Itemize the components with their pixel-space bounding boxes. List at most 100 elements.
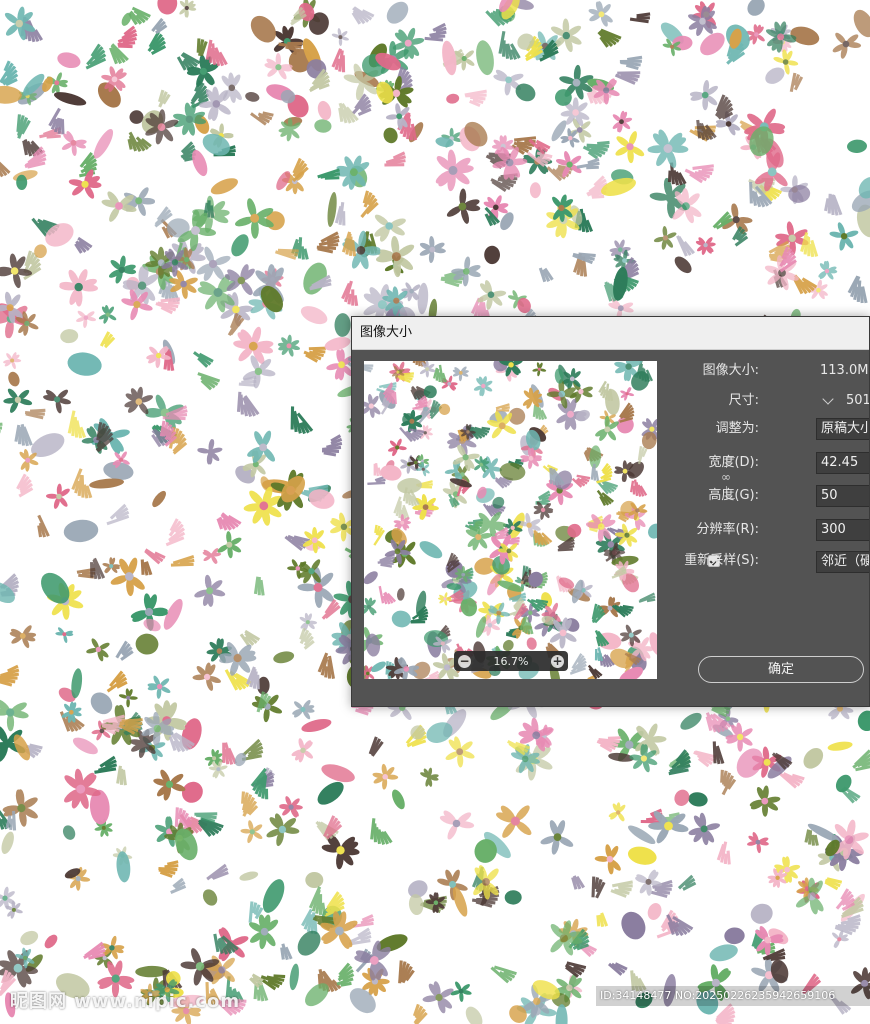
resolution-input[interactable]: 300 xyxy=(816,519,869,541)
pattern-motif xyxy=(688,792,708,807)
pattern-motif xyxy=(450,981,472,1002)
pattern-motif xyxy=(495,403,510,412)
pattern-motif xyxy=(76,310,97,329)
dialog-title[interactable]: 图像大小 xyxy=(352,317,869,350)
chevron-down-icon[interactable] xyxy=(822,393,834,405)
image-size-dialog: 图像大小 − 16.7% + 图像大小: 113.0M 尺寸: 5014 调整为… xyxy=(351,316,870,707)
watermark-right: ID:34148477 NO:20250226235942659106 xyxy=(596,986,870,1006)
pattern-motif xyxy=(408,894,424,916)
pattern-motif xyxy=(321,599,341,620)
pattern-motif xyxy=(619,55,643,70)
pattern-motif xyxy=(608,802,626,822)
pattern-motif xyxy=(576,157,600,170)
pattern-motif xyxy=(610,880,633,898)
pattern-motif xyxy=(301,908,318,935)
pattern-motif xyxy=(852,749,870,772)
pattern-motif xyxy=(614,523,638,547)
pattern-motif xyxy=(151,17,168,35)
preview-pattern xyxy=(364,361,657,679)
pattern-motif xyxy=(331,48,346,73)
pattern-motif xyxy=(504,890,522,905)
pattern-motif xyxy=(46,483,70,509)
image-preview[interactable]: − 16.7% + xyxy=(364,361,657,679)
pattern-motif xyxy=(824,877,843,891)
pattern-motif xyxy=(555,1004,568,1024)
pattern-motif xyxy=(317,168,341,180)
pattern-motif xyxy=(789,72,804,93)
pattern-motif xyxy=(102,557,121,574)
pattern-motif xyxy=(0,664,20,687)
pattern-motif xyxy=(419,361,436,378)
pattern-motif xyxy=(98,304,117,324)
minus-icon[interactable]: − xyxy=(458,654,471,668)
pattern-motif xyxy=(290,406,314,435)
pattern-motif xyxy=(1,831,14,854)
pattern-motif xyxy=(446,188,481,224)
pattern-motif xyxy=(364,394,381,418)
pattern-motif xyxy=(594,647,604,662)
pattern-motif xyxy=(388,438,407,457)
pattern-motif xyxy=(314,119,332,133)
pattern-motif xyxy=(496,805,532,838)
pattern-motif xyxy=(747,0,765,16)
pattern-motif xyxy=(157,0,178,15)
fit-to-select[interactable]: 原稿大小 xyxy=(816,418,869,440)
pattern-motif xyxy=(857,710,870,732)
pattern-motif xyxy=(597,28,622,48)
pattern-motif xyxy=(564,961,587,978)
pattern-motif xyxy=(336,962,355,987)
pattern-motif xyxy=(349,927,372,946)
pattern-motif xyxy=(170,877,187,895)
pattern-motif xyxy=(419,541,443,559)
pattern-motif xyxy=(181,781,203,803)
pattern-motif xyxy=(43,389,71,414)
pattern-motif xyxy=(231,234,249,257)
height-input[interactable]: 50 xyxy=(816,485,869,507)
pattern-motif xyxy=(93,128,114,159)
pattern-motif xyxy=(674,789,690,806)
pattern-motif xyxy=(419,236,446,264)
pattern-motif xyxy=(595,415,619,441)
pattern-motif xyxy=(59,269,98,307)
pattern-motif xyxy=(277,334,301,357)
pattern-motif xyxy=(274,248,299,260)
pattern-motif xyxy=(594,844,621,875)
pattern-motif xyxy=(435,149,474,192)
width-input[interactable]: 42.45 xyxy=(816,452,869,474)
pattern-motif xyxy=(724,927,745,945)
plus-icon[interactable]: + xyxy=(550,654,564,668)
pattern-motif xyxy=(165,518,186,547)
pattern-motif xyxy=(373,524,385,546)
pattern-motif xyxy=(571,875,585,890)
dimensions-label: 尺寸: xyxy=(728,393,759,408)
resample-select[interactable]: 邻近（硬 xyxy=(816,551,869,573)
pattern-motif xyxy=(484,245,501,265)
pattern-motif xyxy=(464,89,487,107)
pattern-motif xyxy=(72,737,98,755)
pattern-motif xyxy=(9,625,37,649)
pattern-motif xyxy=(676,235,695,257)
image-size-value: 113.0M xyxy=(820,363,869,378)
pattern-motif xyxy=(396,588,405,601)
pattern-motif xyxy=(667,162,687,186)
pattern-motif xyxy=(630,479,648,497)
pattern-motif xyxy=(196,38,208,57)
pattern-motif xyxy=(68,169,102,199)
pattern-motif xyxy=(37,514,50,538)
pattern-motif xyxy=(16,473,34,498)
pattern-motif xyxy=(0,422,3,434)
pattern-motif xyxy=(240,820,263,844)
pattern-motif xyxy=(688,812,721,846)
pattern-motif xyxy=(331,28,349,46)
image-size-label: 图像大小: xyxy=(702,363,759,378)
pattern-motif xyxy=(368,736,384,757)
pattern-motif xyxy=(647,129,689,168)
pattern-motif xyxy=(85,43,107,70)
pattern-motif xyxy=(540,820,574,855)
pattern-motif xyxy=(279,796,303,818)
pattern-motif xyxy=(250,111,274,126)
pattern-motif xyxy=(827,741,853,751)
ok-button[interactable]: 确定 xyxy=(698,656,864,683)
pattern-motif xyxy=(14,423,33,447)
pattern-motif xyxy=(627,846,657,865)
